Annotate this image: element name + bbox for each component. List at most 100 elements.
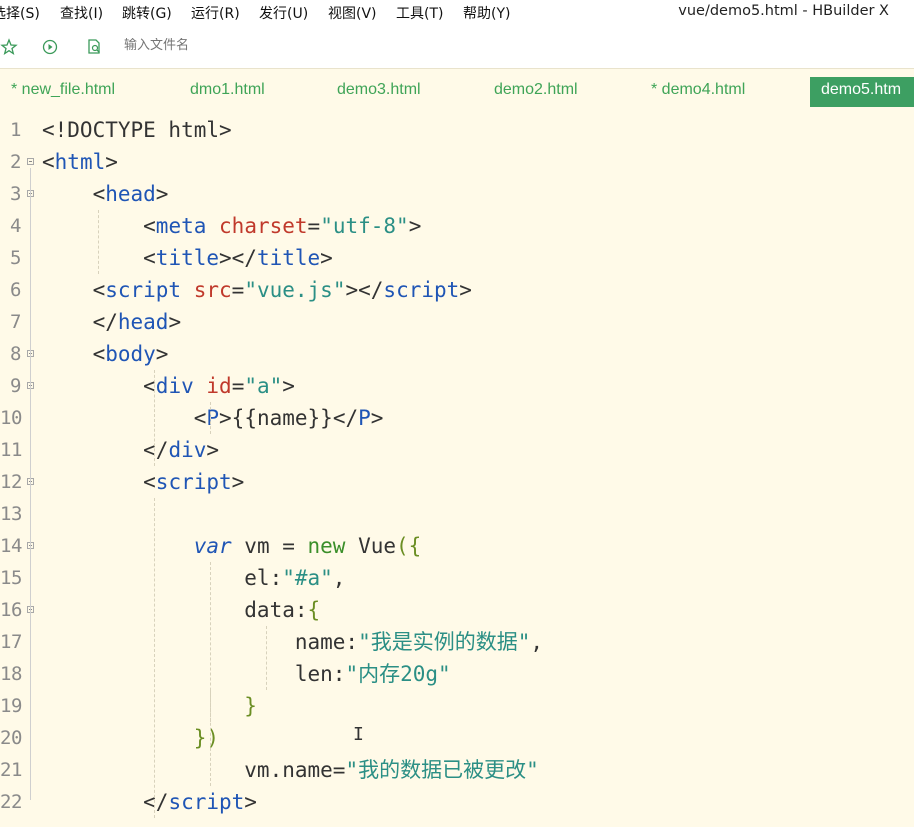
- code-token: title: [155, 246, 220, 270]
- tab-demo3[interactable]: demo3.html: [337, 81, 421, 99]
- code-token: =: [307, 214, 321, 238]
- line-number: 2: [10, 151, 21, 173]
- menu-find[interactable]: 查找(I): [60, 3, 103, 23]
- line-number: 22: [0, 791, 22, 813]
- line-number: 6: [10, 279, 21, 301]
- code-line[interactable]: 5 <title></title>: [0, 242, 914, 274]
- window-title: vue/demo5.html - HBuilder X: [678, 3, 889, 19]
- code-token: <: [42, 150, 55, 174]
- code-token: name:: [42, 630, 359, 654]
- code-line[interactable]: 21 vm.name="我的数据已被更改": [0, 754, 914, 786]
- code-token: script: [168, 790, 245, 814]
- tab-demo5-active[interactable]: demo5.htm: [810, 77, 914, 107]
- code-line[interactable]: 8 <body>: [0, 338, 914, 370]
- line-number: 11: [0, 439, 22, 461]
- run-icon[interactable]: [41, 38, 59, 56]
- code-line[interactable]: 3 <head>: [0, 178, 914, 210]
- code-token: <: [42, 406, 207, 430]
- code-line[interactable]: 15 el:"#a",: [0, 562, 914, 594]
- code-text: </div>: [42, 437, 219, 463]
- menu-help[interactable]: 帮助(Y): [463, 3, 510, 23]
- code-line[interactable]: 11 </div>: [0, 434, 914, 466]
- code-line[interactable]: 4 <meta charset="utf-8">: [0, 210, 914, 242]
- code-line[interactable]: 22 </script>: [0, 786, 914, 818]
- code-line[interactable]: 6 <script src="vue.js"></script>: [0, 274, 914, 306]
- code-token: >: [244, 790, 257, 814]
- line-number: 9: [10, 375, 21, 397]
- menu-bar: 选择(S) 查找(I) 跳转(G) 运行(R) 发行(U) 视图(V) 工具(T…: [0, 0, 914, 26]
- menu-view[interactable]: 视图(V): [328, 3, 377, 23]
- line-number: 19: [0, 695, 22, 717]
- code-line[interactable]: 10 <P>{{name}}</P>: [0, 402, 914, 434]
- code-token: div: [155, 374, 194, 398]
- code-line[interactable]: 19 }: [0, 690, 914, 722]
- text-cursor-icon: I: [353, 724, 364, 745]
- tab-new-file[interactable]: * new_file.html: [11, 81, 115, 99]
- code-token: charset: [219, 214, 308, 238]
- code-token: html: [54, 150, 106, 174]
- line-number: 16: [0, 599, 22, 621]
- code-token: new: [307, 534, 346, 558]
- code-token: "vue.js": [244, 278, 346, 302]
- code-line[interactable]: 9 <div id="a">: [0, 370, 914, 402]
- line-number: 12: [0, 471, 22, 493]
- code-line[interactable]: 1 <!DOCTYPE html>: [0, 114, 914, 146]
- star-icon[interactable]: [0, 38, 18, 56]
- code-token: script: [383, 278, 460, 302]
- code-token: var: [193, 534, 232, 558]
- code-token: >: [155, 182, 169, 206]
- menu-goto[interactable]: 跳转(G): [122, 3, 172, 23]
- code-line[interactable]: 7 </head>: [0, 306, 914, 338]
- code-token: P: [358, 406, 371, 430]
- code-token: =: [231, 374, 245, 398]
- tab-demo2[interactable]: demo2.html: [494, 81, 578, 99]
- code-token: </: [42, 310, 118, 334]
- code-line[interactable]: 13: [0, 498, 914, 530]
- file-search-input[interactable]: [124, 38, 324, 53]
- code-line[interactable]: 16 data:{: [0, 594, 914, 626]
- menu-run[interactable]: 运行(R): [191, 3, 240, 23]
- code-text: </head>: [42, 309, 182, 335]
- code-token: >: [282, 374, 295, 398]
- code-token: ,: [332, 566, 346, 590]
- menu-tools[interactable]: 工具(T): [396, 3, 443, 23]
- code-line[interactable]: 18 len:"内存20g": [0, 658, 914, 690]
- code-token: <!DOCTYPE html>: [42, 118, 232, 142]
- code-line[interactable]: 20 }): [0, 722, 914, 754]
- code-token: "#a": [282, 566, 333, 590]
- file-search-icon[interactable]: [86, 38, 104, 56]
- code-editor[interactable]: 1 <!DOCTYPE html> 2 <html> 3 <head> 4 <meta c…: [0, 114, 914, 827]
- code-token: "a": [244, 374, 283, 398]
- menu-publish[interactable]: 发行(U): [259, 3, 308, 23]
- code-token: "我的数据已被更改": [345, 758, 539, 782]
- code-line[interactable]: 17 name:"我是实例的数据",: [0, 626, 914, 658]
- code-token: ></: [345, 278, 384, 302]
- line-number: 3: [10, 183, 21, 205]
- line-number: 5: [10, 247, 21, 269]
- code-token: script: [105, 278, 182, 302]
- code-token: >: [370, 406, 384, 430]
- code-text: <div id="a">: [42, 373, 295, 399]
- tab-demo4[interactable]: * demo4.html: [651, 81, 745, 99]
- line-number: 21: [0, 759, 22, 781]
- code-token: =: [231, 278, 245, 302]
- code-token: "utf-8": [320, 214, 409, 238]
- menu-select[interactable]: 选择(S): [0, 3, 40, 23]
- line-number: 17: [0, 631, 22, 653]
- code-token: </: [42, 790, 169, 814]
- line-number: 20: [0, 727, 22, 749]
- code-token: script: [155, 470, 232, 494]
- fold-toggle-icon[interactable]: [27, 158, 34, 165]
- code-line[interactable]: 2 <html>: [0, 146, 914, 178]
- code-token: >: [155, 342, 169, 366]
- tab-dmo1[interactable]: dmo1.html: [190, 81, 265, 99]
- indent-guide: [210, 690, 211, 722]
- code-token: src: [193, 278, 232, 302]
- code-line[interactable]: 12 <script>: [0, 466, 914, 498]
- code-line[interactable]: 14 var vm = new Vue({: [0, 530, 914, 562]
- code-text: el:"#a",: [42, 565, 345, 591]
- line-number: 1: [10, 119, 21, 141]
- code-token: ></: [219, 246, 257, 270]
